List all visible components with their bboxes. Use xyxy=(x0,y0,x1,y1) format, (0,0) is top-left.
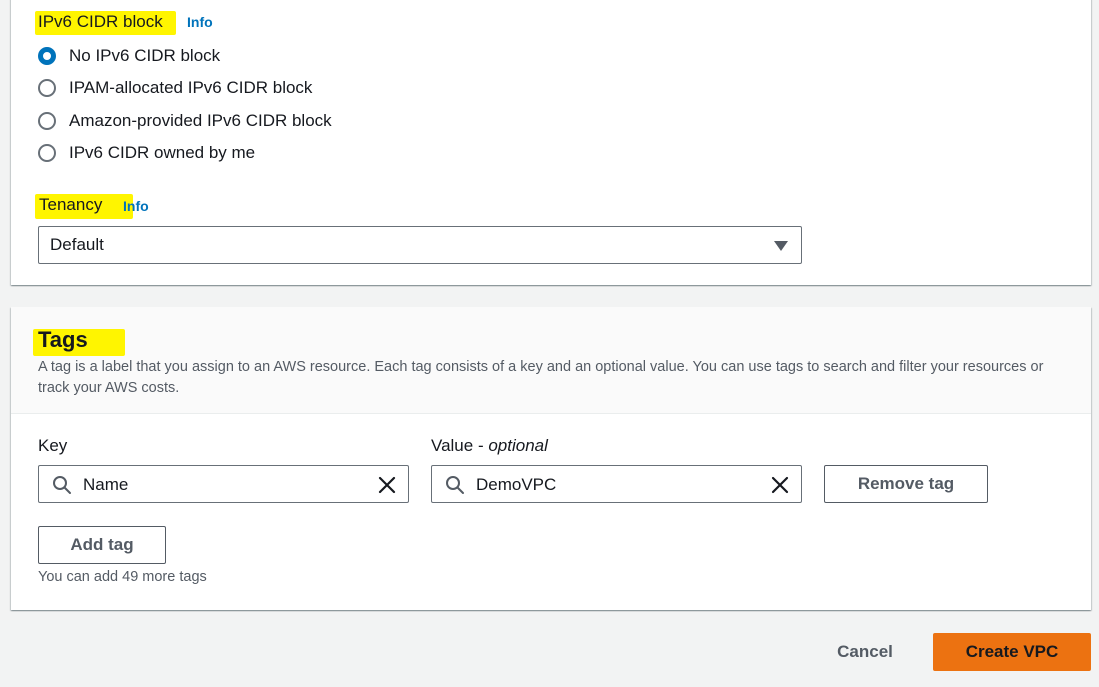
key-label: Key xyxy=(38,436,68,455)
radio-button[interactable] xyxy=(38,144,56,162)
tag-key-input[interactable]: Name xyxy=(38,465,409,503)
tag-value-value[interactable]: DemoVPC xyxy=(476,475,556,495)
tag-value-input[interactable]: DemoVPC xyxy=(431,465,802,503)
radio-button-checked[interactable] xyxy=(38,47,56,65)
cancel-button[interactable]: Cancel xyxy=(820,633,910,671)
tags-description: A tag is a label that you assign to an A… xyxy=(38,359,1044,396)
radio-no-ipv6[interactable]: No IPv6 CIDR block xyxy=(38,46,220,66)
radio-button[interactable] xyxy=(38,112,56,130)
add-tag-button[interactable]: Add tag xyxy=(38,526,166,564)
tenancy-label: Tenancy xyxy=(39,195,103,214)
tags-panel: Tags A tag is a label that you assign to… xyxy=(11,307,1091,610)
create-vpc-button[interactable]: Create VPC xyxy=(933,633,1091,671)
vpc-settings-panel: IPv6 CIDR block Info No IPv6 CIDR block … xyxy=(11,0,1091,285)
value-label-text: Value - xyxy=(431,436,489,455)
tags-remaining-hint: You can add 49 more tags xyxy=(38,569,207,585)
search-icon xyxy=(446,476,464,494)
tenancy-selected-value: Default xyxy=(50,235,104,254)
radio-label: Amazon-provided IPv6 CIDR block xyxy=(69,111,332,130)
value-label-optional: optional xyxy=(488,436,548,455)
tags-header: Tags A tag is a label that you assign to… xyxy=(11,307,1091,414)
close-icon[interactable] xyxy=(377,475,397,495)
close-icon[interactable] xyxy=(770,475,790,495)
radio-amazon-ipv6[interactable]: Amazon-provided IPv6 CIDR block xyxy=(38,111,332,131)
radio-label: IPv6 CIDR owned by me xyxy=(69,143,256,162)
ipv6-info-link[interactable]: Info xyxy=(187,14,213,30)
tags-title: Tags xyxy=(38,327,88,352)
caret-down-icon xyxy=(774,241,788,251)
radio-owned-ipv6[interactable]: IPv6 CIDR owned by me xyxy=(38,143,255,163)
ipv6-cidr-label: IPv6 CIDR block xyxy=(38,12,163,31)
tenancy-select[interactable]: Default xyxy=(38,226,802,264)
radio-ipam-ipv6[interactable]: IPAM-allocated IPv6 CIDR block xyxy=(38,78,312,98)
remove-tag-button[interactable]: Remove tag xyxy=(824,465,988,503)
radio-label: IPAM-allocated IPv6 CIDR block xyxy=(69,78,313,97)
tag-key-value[interactable]: Name xyxy=(83,475,128,495)
value-label: Value - optional xyxy=(431,436,548,456)
radio-button[interactable] xyxy=(38,79,56,97)
radio-label: No IPv6 CIDR block xyxy=(69,46,221,65)
search-icon xyxy=(53,476,71,494)
tenancy-info-link[interactable]: Info xyxy=(123,198,149,214)
